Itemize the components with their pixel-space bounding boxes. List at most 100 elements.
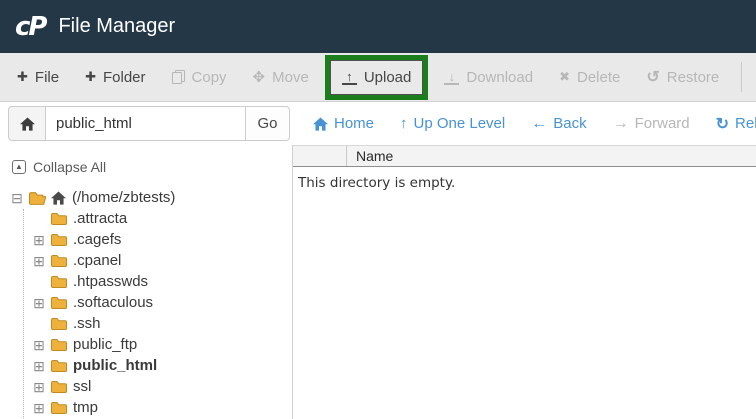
- collapse-expander-icon[interactable]: [10, 191, 24, 205]
- file-button-label: File: [35, 69, 59, 86]
- tree-item-label[interactable]: .cagefs: [73, 231, 121, 248]
- tree-item-label[interactable]: .attracta: [73, 210, 127, 227]
- home-path-button[interactable]: [8, 106, 46, 141]
- rename-button[interactable]: Rename: [751, 53, 756, 101]
- collapse-all-button[interactable]: Collapse All: [12, 159, 292, 175]
- expand-expander-icon[interactable]: [32, 401, 46, 415]
- nav-up-one-level-link[interactable]: Up One Level: [387, 115, 518, 132]
- expand-expander-icon[interactable]: [32, 380, 46, 394]
- cpanel-logo: cP: [15, 12, 45, 42]
- tree-row-public-ftp[interactable]: public_ftp: [10, 334, 292, 355]
- copy-button-label: Copy: [192, 69, 227, 86]
- tree-item-label[interactable]: public_html: [73, 357, 157, 374]
- delete-button[interactable]: Delete: [546, 53, 633, 101]
- tree-item-label[interactable]: .cpanel: [73, 252, 121, 269]
- upload-button-label: Upload: [364, 69, 412, 86]
- tree-root-row[interactable]: (/home/zbtests): [10, 187, 292, 208]
- up-arrow-icon: [400, 115, 408, 132]
- tree-item-label[interactable]: .htpasswds: [73, 273, 148, 290]
- directory-tree-sidebar: Collapse All (/home/zbtests) .attracta: [0, 145, 292, 419]
- file-button[interactable]: File: [4, 53, 72, 101]
- nav-back-link[interactable]: Back: [518, 115, 599, 133]
- folder-icon: [51, 317, 67, 330]
- folder-icon: [51, 296, 67, 309]
- collapse-icon: [12, 160, 26, 174]
- left-arrow-icon: [531, 115, 547, 133]
- upload-highlight-box: Upload: [325, 55, 429, 100]
- delete-icon: [559, 69, 570, 85]
- path-input[interactable]: [46, 106, 245, 141]
- move-button-label: Move: [272, 69, 309, 86]
- download-button[interactable]: Download: [431, 53, 546, 101]
- open-folder-icon: [29, 191, 46, 205]
- upload-icon: [342, 70, 357, 85]
- tree-item-label[interactable]: tmp: [73, 399, 98, 416]
- go-button[interactable]: Go: [245, 106, 290, 141]
- path-nav-row: Go Home Up One Level Back Forward Reload: [0, 102, 756, 145]
- folder-icon: [51, 359, 67, 372]
- delete-button-label: Delete: [577, 69, 620, 86]
- folder-icon: [51, 401, 67, 414]
- collapse-all-label: Collapse All: [33, 159, 106, 175]
- home-icon: [51, 191, 66, 205]
- navigation-links: Home Up One Level Back Forward Reload Se…: [300, 114, 756, 134]
- home-icon: [313, 117, 328, 131]
- expand-expander-icon[interactable]: [32, 296, 46, 310]
- folder-icon: [51, 233, 67, 246]
- home-icon: [20, 117, 35, 131]
- folder-button[interactable]: Folder: [72, 53, 158, 101]
- reload-icon: [716, 114, 729, 134]
- tree-row-htpasswds[interactable]: .htpasswds: [10, 271, 292, 292]
- directory-tree: (/home/zbtests) .attracta .cagefs .cpane…: [10, 187, 292, 419]
- plus-icon: [85, 69, 96, 85]
- upload-button[interactable]: Upload: [330, 60, 424, 95]
- download-icon: [444, 70, 459, 85]
- page-title: File Manager: [58, 15, 175, 38]
- tree-row-cagefs[interactable]: .cagefs: [10, 229, 292, 250]
- tree-row-attracta[interactable]: .attracta: [10, 208, 292, 229]
- nav-home-link[interactable]: Home: [300, 115, 387, 132]
- nav-home-label: Home: [334, 115, 374, 132]
- folder-icon: [51, 212, 67, 225]
- tree-item-label[interactable]: public_ftp: [73, 336, 137, 353]
- tree-item-label[interactable]: ssl: [73, 378, 91, 395]
- file-manager-app: cP File Manager File Folder Copy Move Up…: [0, 0, 756, 419]
- name-column-header[interactable]: Name: [347, 148, 393, 164]
- restore-button-label: Restore: [667, 69, 720, 86]
- toolbar-divider: [741, 62, 742, 92]
- nav-back-label: Back: [553, 115, 586, 132]
- restore-icon: [646, 67, 659, 87]
- nav-forward-link[interactable]: Forward: [600, 115, 703, 133]
- folder-icon: [51, 380, 67, 393]
- content-area: Collapse All (/home/zbtests) .attracta: [0, 145, 756, 419]
- copy-button[interactable]: Copy: [159, 53, 240, 101]
- restore-button[interactable]: Restore: [633, 53, 732, 101]
- download-button-label: Download: [466, 69, 533, 86]
- folder-icon: [51, 338, 67, 351]
- tree-row-ssh[interactable]: .ssh: [10, 313, 292, 334]
- nav-reload-link[interactable]: Reload: [703, 114, 756, 134]
- folder-icon: [51, 254, 67, 267]
- expand-expander-icon[interactable]: [32, 338, 46, 352]
- move-icon: [253, 68, 266, 86]
- tree-item-label[interactable]: .softaculous: [73, 294, 153, 311]
- tree-row-public-html[interactable]: public_html: [10, 355, 292, 376]
- folder-icon: [51, 275, 67, 288]
- file-list-panel: Name This directory is empty.: [292, 145, 756, 419]
- nav-up-one-level-label: Up One Level: [414, 115, 506, 132]
- tree-root-label[interactable]: (/home/zbtests): [72, 189, 175, 206]
- expand-expander-icon[interactable]: [32, 233, 46, 247]
- expand-expander-icon[interactable]: [32, 359, 46, 373]
- app-header: cP File Manager: [0, 0, 756, 53]
- nav-forward-label: Forward: [635, 115, 690, 132]
- tree-row-cpanel[interactable]: .cpanel: [10, 250, 292, 271]
- tree-row-tmp[interactable]: tmp: [10, 397, 292, 418]
- checkbox-column-header[interactable]: [293, 146, 347, 166]
- nav-reload-label: Reload: [735, 115, 756, 132]
- plus-icon: [17, 69, 28, 85]
- tree-row-softaculous[interactable]: .softaculous: [10, 292, 292, 313]
- tree-row-ssl[interactable]: ssl: [10, 376, 292, 397]
- tree-item-label[interactable]: .ssh: [73, 315, 101, 332]
- expand-expander-icon[interactable]: [32, 254, 46, 268]
- move-button[interactable]: Move: [240, 53, 322, 101]
